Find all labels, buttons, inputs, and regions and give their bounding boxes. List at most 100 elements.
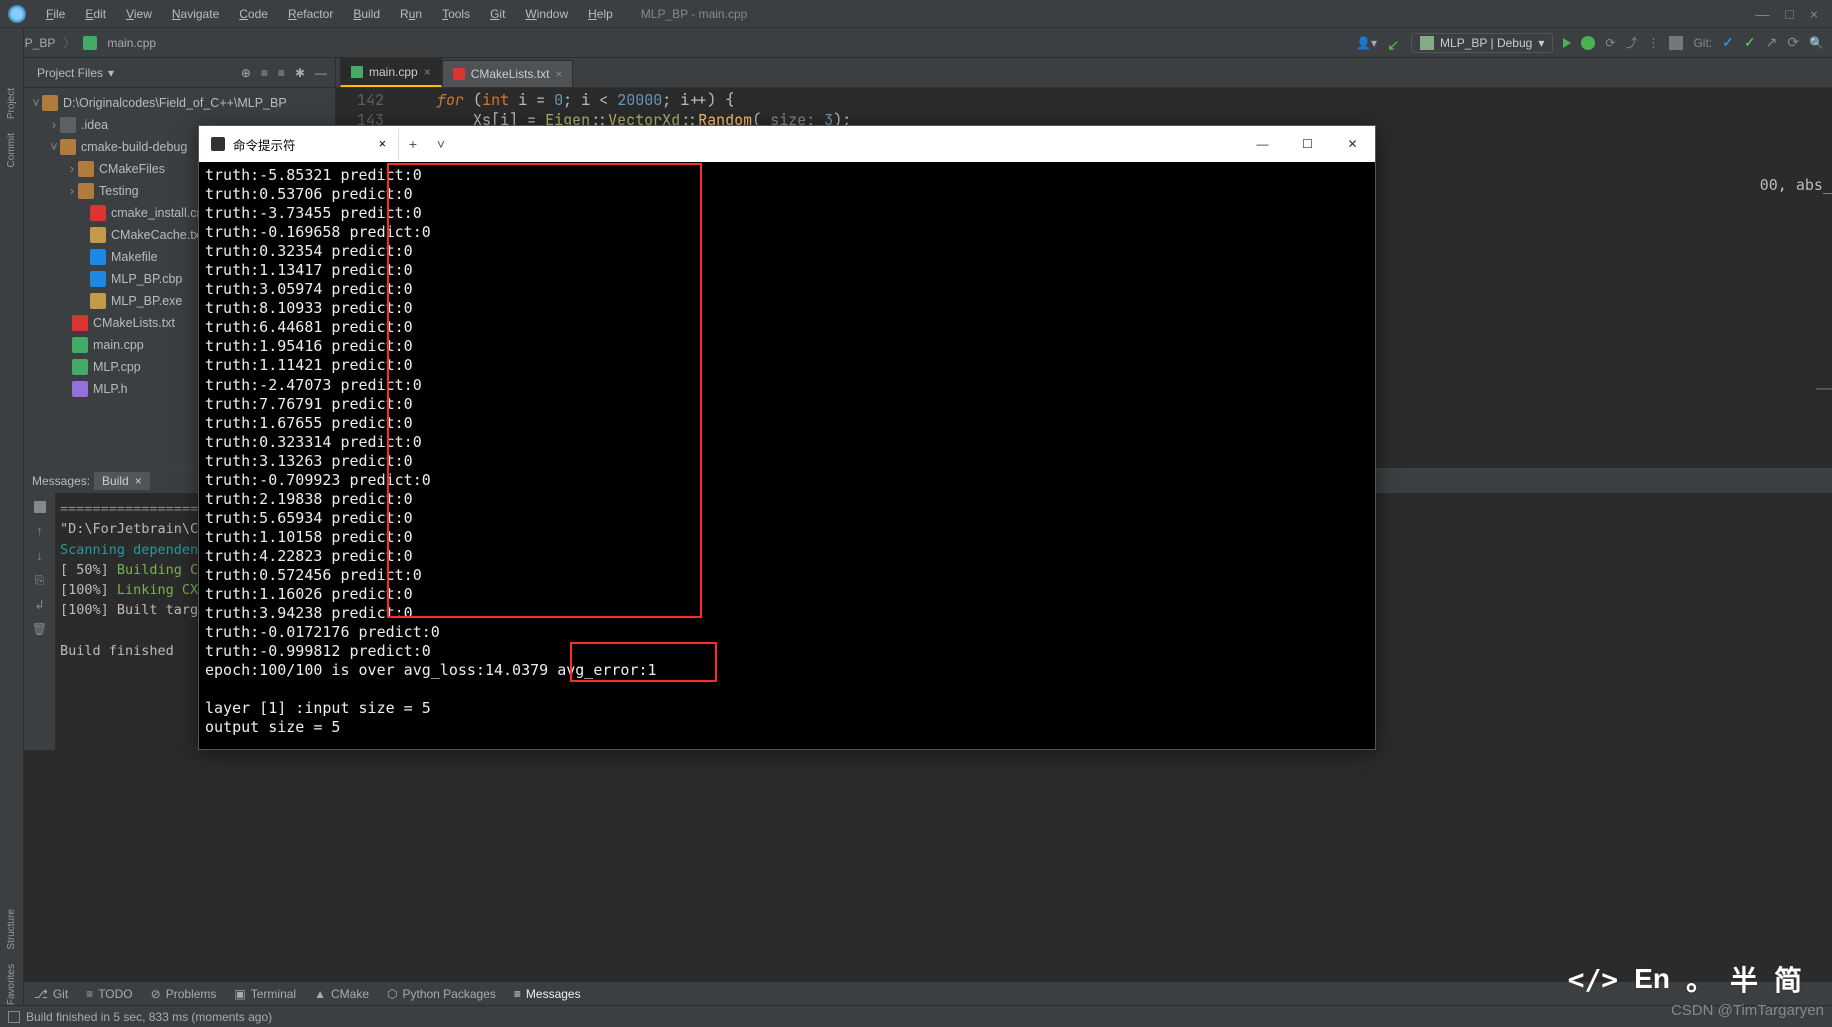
menu-navigate[interactable]: Navigate <box>164 4 227 24</box>
close-icon[interactable]: × <box>424 65 431 79</box>
git-history-icon[interactable]: ⟳ <box>1787 34 1799 51</box>
profile-icon[interactable]: ⤴ <box>1625 34 1637 51</box>
stop-icon[interactable] <box>34 501 46 513</box>
git-update-icon[interactable]: ✓ <box>1722 34 1734 51</box>
tree-makefile[interactable]: Makefile <box>111 250 158 264</box>
tree-root[interactable]: D:\Originalcodes\Field_of_C++\MLP_BP <box>63 96 287 110</box>
ime-code-icon[interactable]: </> <box>1568 963 1619 996</box>
tab-structure[interactable]: Structure <box>6 909 17 950</box>
terminal-titlebar[interactable]: 命令提示符 × + ˅ — ☐ ✕ <box>199 126 1375 162</box>
git-label: Git: <box>1693 36 1712 50</box>
folder-icon <box>60 117 76 133</box>
tool-python-packages[interactable]: ⬡ Python Packages <box>387 987 496 1001</box>
tab-project[interactable]: Project <box>6 88 17 119</box>
collapse-icon[interactable]: ≡ <box>278 66 285 80</box>
menu-help[interactable]: Help <box>580 4 621 24</box>
folder-icon <box>78 183 94 199</box>
breadcrumb-sep: 〉 <box>63 34 75 51</box>
filter-icon[interactable]: ⎘ <box>35 573 45 588</box>
settings-icon[interactable]: ✱ <box>295 66 305 80</box>
menu-refactor[interactable]: Refactor <box>280 4 341 24</box>
menu-window[interactable]: Window <box>517 4 576 24</box>
run-config-selector[interactable]: MLP_BP | Debug ▾ <box>1411 33 1553 53</box>
ime-trad[interactable]: 简 <box>1774 959 1802 999</box>
tool-window-bar: ⎇ Git ≡ TODO ⊘ Problems ▣ Terminal ▲ CMa… <box>24 981 1832 1005</box>
user-icon[interactable]: 👤▾ <box>1356 36 1377 50</box>
window-maximize[interactable]: □ <box>1785 6 1793 22</box>
more-run-icon[interactable]: ⋮ <box>1647 36 1659 50</box>
tree-cbp[interactable]: MLP_BP.cbp <box>111 272 182 286</box>
breadcrumb-file[interactable]: main.cpp <box>107 36 156 50</box>
coverage-icon[interactable]: ⟳ <box>1605 36 1615 50</box>
status-text: Build finished in 5 sec, 833 ms (moments… <box>26 1010 272 1024</box>
terminal-output[interactable]: truth:-5.85321 predict:0truth:0.53706 pr… <box>199 162 1375 749</box>
window-minimize[interactable]: — <box>1755 6 1769 22</box>
tool-git[interactable]: ⎇ Git <box>34 987 68 1001</box>
stop-button[interactable] <box>1669 36 1683 50</box>
tool-cmake[interactable]: ▲ CMake <box>314 987 369 1001</box>
project-view-selector[interactable]: Project Files ▾ <box>32 66 114 80</box>
tab-commit[interactable]: Commit <box>6 133 17 167</box>
menu-build[interactable]: Build <box>345 4 388 24</box>
menu-run[interactable]: Run <box>392 4 430 24</box>
terminal-tab[interactable]: 命令提示符 × <box>199 129 399 160</box>
tool-messages[interactable]: ≡ Messages <box>514 987 581 1001</box>
tree-mlpcpp[interactable]: MLP.cpp <box>93 360 141 374</box>
tree-idea[interactable]: .idea <box>81 118 108 132</box>
menu-file[interactable]: FFileile <box>38 4 73 24</box>
window-close[interactable]: × <box>1810 6 1818 22</box>
ime-width[interactable]: 半 <box>1730 959 1758 999</box>
trash-icon[interactable]: 🗑 <box>32 622 47 636</box>
fold-icon[interactable]: — <box>1816 380 1832 398</box>
ime-punct[interactable]: 。 <box>1686 959 1714 999</box>
tree-maincpp[interactable]: main.cpp <box>93 338 144 352</box>
close-icon[interactable]: × <box>379 137 386 151</box>
close-icon[interactable]: × <box>135 474 142 488</box>
messages-tab-build[interactable]: Build × <box>94 472 150 490</box>
debug-button[interactable] <box>1581 36 1595 50</box>
locate-icon[interactable]: ⊕ <box>241 66 251 80</box>
tool-todo[interactable]: ≡ TODO <box>86 987 132 1001</box>
menu-view[interactable]: View <box>118 4 160 24</box>
ime-lang[interactable]: En <box>1634 963 1670 995</box>
new-tab-button[interactable]: + <box>399 136 427 152</box>
tree-exe[interactable]: MLP_BP.exe <box>111 294 182 308</box>
terminal-maximize[interactable]: ☐ <box>1285 126 1330 162</box>
menu-edit[interactable]: Edit <box>77 4 114 24</box>
tool-terminal[interactable]: ▣ Terminal <box>234 987 296 1001</box>
hide-icon[interactable]: — <box>315 66 327 80</box>
git-commit-icon[interactable]: ✓ <box>1744 34 1756 51</box>
git-push-icon[interactable]: ↗ <box>1766 34 1778 51</box>
tab-favorites[interactable]: Favorites <box>6 964 17 1005</box>
editor-tab-cmakelists[interactable]: CMakeLists.txt × <box>442 60 574 87</box>
wrap-icon[interactable]: ↲ <box>34 598 44 612</box>
menu-git[interactable]: Git <box>482 4 513 24</box>
undo-icon[interactable]: ↙ <box>1387 36 1401 50</box>
editor-tab-label: main.cpp <box>369 65 418 79</box>
run-button[interactable] <box>1563 38 1571 48</box>
up-arrow-icon[interactable]: ↑ <box>36 523 43 538</box>
editor-tab-main[interactable]: main.cpp × <box>340 58 442 87</box>
tree-cmakecache[interactable]: CMakeCache.txt <box>111 228 203 242</box>
down-arrow-icon[interactable]: ↓ <box>36 548 43 563</box>
menu-tools[interactable]: Tools <box>434 4 478 24</box>
cmake-file-icon <box>453 68 465 80</box>
h-file-icon <box>72 381 88 397</box>
terminal-close[interactable]: ✕ <box>1330 126 1375 162</box>
tree-cbd[interactable]: cmake-build-debug <box>81 140 187 154</box>
terminal-minimize[interactable]: — <box>1240 126 1285 162</box>
status-indicator-icon[interactable] <box>8 1011 20 1023</box>
folder-icon <box>60 139 76 155</box>
tree-testing[interactable]: Testing <box>99 184 139 198</box>
search-icon[interactable]: 🔍 <box>1809 36 1824 50</box>
tree-mlph[interactable]: MLP.h <box>93 382 128 396</box>
tree-cmakefiles[interactable]: CMakeFiles <box>99 162 165 176</box>
close-icon[interactable]: × <box>555 67 562 81</box>
tool-problems[interactable]: ⊘ Problems <box>151 987 217 1001</box>
tree-cmakelists[interactable]: CMakeLists.txt <box>93 316 175 330</box>
editor-tabs: main.cpp × CMakeLists.txt × <box>336 58 1832 88</box>
code-area[interactable]: 142 143 for (int i = 0; i < 20000; i++) … <box>336 88 1832 130</box>
expand-icon[interactable]: ≡ <box>261 66 268 80</box>
tab-dropdown[interactable]: ˅ <box>427 136 455 152</box>
menu-code[interactable]: Code <box>231 4 276 24</box>
